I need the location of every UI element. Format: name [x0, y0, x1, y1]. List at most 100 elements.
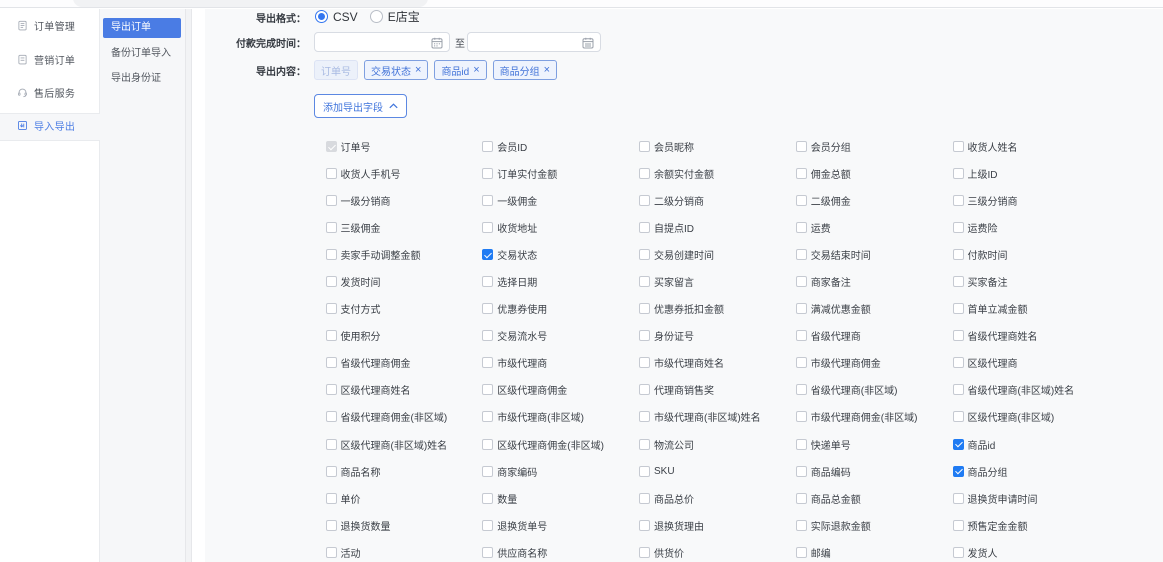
field-checkbox-item[interactable]: 一级佣金: [482, 193, 639, 208]
sidebar-scrollbar-track[interactable]: [185, 9, 192, 562]
start-date-input[interactable]: [314, 32, 450, 52]
field-checkbox-item[interactable]: 卖家手动调整金额: [326, 247, 483, 262]
field-checkbox-item[interactable]: 省级代理商佣金(非区域): [326, 409, 483, 424]
field-checkbox-item[interactable]: 市级代理商佣金: [796, 355, 953, 370]
radio-edianbao[interactable]: E店宝: [370, 8, 420, 25]
end-date-input[interactable]: [467, 32, 601, 52]
field-checkbox-item[interactable]: 会员昵称: [639, 139, 796, 154]
field-checkbox-item[interactable]: 退换货数量: [326, 518, 483, 533]
field-checkbox-item[interactable]: 商家备注: [796, 274, 953, 289]
radio-csv[interactable]: CSV: [315, 10, 358, 24]
field-checkbox-item[interactable]: 订单实付金额: [482, 166, 639, 181]
field-checkbox-item[interactable]: 三级分销商: [953, 193, 1110, 208]
field-checkbox-item[interactable]: 交易结束时间: [796, 247, 953, 262]
field-checkbox-item[interactable]: 市级代理商姓名: [639, 355, 796, 370]
field-checkbox-item[interactable]: 市级代理商(非区域): [482, 409, 639, 424]
field-checkbox-item[interactable]: 交易流水号: [482, 328, 639, 343]
field-checkbox-item[interactable]: 收货人姓名: [953, 139, 1110, 154]
field-checkbox-item[interactable]: 发货人: [953, 545, 1110, 560]
field-checkbox-item[interactable]: 退换货理由: [639, 518, 796, 533]
field-checkbox-item[interactable]: 佣金总额: [796, 166, 953, 181]
field-checkbox-item[interactable]: 一级分销商: [326, 193, 483, 208]
field-checkbox-item[interactable]: 收货地址: [482, 220, 639, 235]
field-checkbox-item[interactable]: 优惠券使用: [482, 301, 639, 316]
field-checkbox-item[interactable]: 省级代理商姓名: [953, 328, 1110, 343]
field-checkbox-item[interactable]: 余额实付金额: [639, 166, 796, 181]
field-checkbox-item[interactable]: 市级代理商佣金(非区域): [796, 409, 953, 424]
field-checkbox-item[interactable]: 交易创建时间: [639, 247, 796, 262]
field-checkbox-item[interactable]: 商品id: [953, 437, 1110, 452]
field-checkbox-item[interactable]: 预售定金金额: [953, 518, 1110, 533]
field-checkbox-item[interactable]: 自提点ID: [639, 220, 796, 235]
field-checkbox-item[interactable]: 商品编码: [796, 464, 953, 479]
field-checkbox-item[interactable]: 买家备注: [953, 274, 1110, 289]
field-checkbox-item[interactable]: 省级代理商: [796, 328, 953, 343]
submenu-item-export-orders[interactable]: 导出订单: [103, 18, 181, 38]
export-field-tag[interactable]: 交易状态 ×: [364, 60, 428, 80]
field-checkbox-item[interactable]: 支付方式: [326, 301, 483, 316]
export-field-tag[interactable]: 订单号: [314, 60, 358, 80]
field-checkbox-item[interactable]: 省级代理商佣金: [326, 355, 483, 370]
field-checkbox-item[interactable]: 收货人手机号: [326, 166, 483, 181]
field-checkbox-item[interactable]: 区级代理商佣金: [482, 382, 639, 397]
sidebar-item-marketing-orders[interactable]: 营销订单: [0, 42, 99, 75]
export-field-tag[interactable]: 商品id ×: [434, 60, 486, 80]
field-checkbox-item[interactable]: 市级代理商(非区域)姓名: [639, 409, 796, 424]
field-checkbox-item[interactable]: 满减优惠金额: [796, 301, 953, 316]
field-checkbox-item[interactable]: 运费险: [953, 220, 1110, 235]
sidebar-item-after-sales[interactable]: 售后服务: [0, 76, 99, 109]
field-checkbox-item[interactable]: 省级代理商(非区域)姓名: [953, 382, 1110, 397]
field-checkbox-item[interactable]: 订单号: [326, 139, 483, 154]
field-checkbox-item[interactable]: 上级ID: [953, 166, 1110, 181]
tag-remove-icon[interactable]: ×: [415, 65, 421, 76]
field-checkbox-item[interactable]: 选择日期: [482, 274, 639, 289]
export-field-tag[interactable]: 商品分组 ×: [493, 60, 557, 80]
field-checkbox-item[interactable]: 二级佣金: [796, 193, 953, 208]
field-checkbox-item[interactable]: 交易状态: [482, 247, 639, 262]
field-checkbox-item[interactable]: 三级佣金: [326, 220, 483, 235]
field-checkbox-item[interactable]: 商品总价: [639, 491, 796, 506]
tag-remove-icon[interactable]: ×: [544, 65, 550, 76]
field-checkbox-item[interactable]: 数量: [482, 491, 639, 506]
field-checkbox-item[interactable]: 供应商名称: [482, 545, 639, 560]
field-checkbox-item[interactable]: 市级代理商: [482, 355, 639, 370]
field-checkbox-item[interactable]: 退换货单号: [482, 518, 639, 533]
field-checkbox-item[interactable]: 区级代理商(非区域)姓名: [326, 437, 483, 452]
submenu-item-backup-order-import[interactable]: 备份订单导入: [103, 44, 181, 64]
submenu-item-export-id-card[interactable]: 导出身份证: [103, 69, 181, 89]
field-checkbox-item[interactable]: 买家留言: [639, 274, 796, 289]
field-checkbox-item[interactable]: 首单立减金额: [953, 301, 1110, 316]
field-checkbox-item[interactable]: 付款时间: [953, 247, 1110, 262]
add-export-field-button[interactable]: 添加导出字段: [314, 94, 407, 118]
field-checkbox-item[interactable]: 供货价: [639, 545, 796, 560]
field-checkbox-item[interactable]: 单价: [326, 491, 483, 506]
field-checkbox-item[interactable]: 优惠券抵扣金额: [639, 301, 796, 316]
field-checkbox-item[interactable]: 区级代理商佣金(非区域): [482, 437, 639, 452]
sidebar-item-import-export[interactable]: 导入导出: [0, 109, 99, 142]
field-checkbox-item[interactable]: 发货时间: [326, 274, 483, 289]
field-checkbox-item[interactable]: 身份证号: [639, 328, 796, 343]
field-checkbox-item[interactable]: 省级代理商(非区域): [796, 382, 953, 397]
field-checkbox-item[interactable]: 物流公司: [639, 437, 796, 452]
field-checkbox-item[interactable]: 区级代理商姓名: [326, 382, 483, 397]
field-checkbox-item[interactable]: 实际退款金额: [796, 518, 953, 533]
sidebar-item-order-management[interactable]: 订单管理: [0, 9, 99, 42]
field-checkbox-item[interactable]: 区级代理商: [953, 355, 1110, 370]
field-checkbox-item[interactable]: 二级分销商: [639, 193, 796, 208]
tag-remove-icon[interactable]: ×: [473, 65, 479, 76]
field-checkbox-item[interactable]: 快递单号: [796, 437, 953, 452]
field-checkbox-item[interactable]: 区级代理商(非区域): [953, 409, 1110, 424]
field-checkbox-item[interactable]: 商品分组: [953, 464, 1110, 479]
field-checkbox-item[interactable]: 代理商销售奖: [639, 382, 796, 397]
field-checkbox-item[interactable]: 商家编码: [482, 464, 639, 479]
field-checkbox-item[interactable]: SKU: [639, 466, 796, 477]
field-checkbox-item[interactable]: 活动: [326, 545, 483, 560]
field-checkbox-item[interactable]: 商品名称: [326, 464, 483, 479]
field-checkbox-item[interactable]: 运费: [796, 220, 953, 235]
field-checkbox-item[interactable]: 会员分组: [796, 139, 953, 154]
field-checkbox-item[interactable]: 商品总金额: [796, 491, 953, 506]
field-checkbox-item[interactable]: 退换货申请时间: [953, 491, 1110, 506]
field-checkbox-item[interactable]: 邮编: [796, 545, 953, 560]
field-checkbox-item[interactable]: 会员ID: [482, 139, 639, 154]
field-checkbox-item[interactable]: 使用积分: [326, 328, 483, 343]
